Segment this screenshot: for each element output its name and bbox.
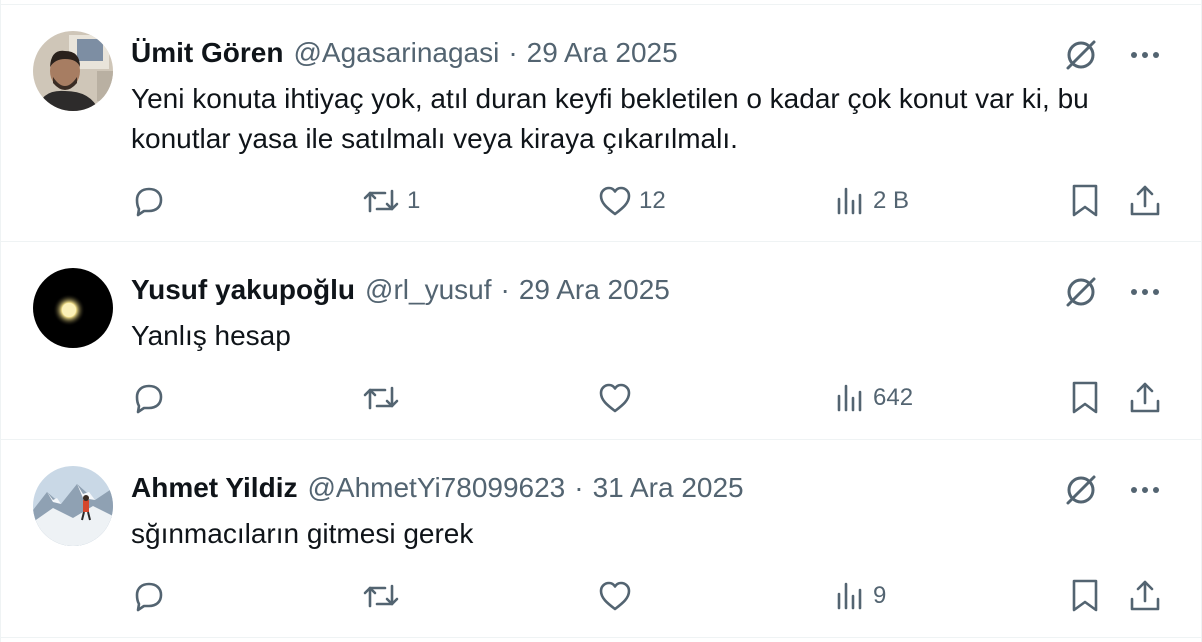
- like-button[interactable]: [597, 378, 639, 418]
- tweet-header: Ümit Gören @Agasarinagasi · 29 Ara 2025: [131, 31, 678, 75]
- view-count: 642: [873, 384, 914, 411]
- author-name[interactable]: Ahmet Yildiz: [131, 472, 297, 504]
- retweet-icon: [361, 380, 401, 416]
- tweet-header: Yusuf yakupoğlu @rl_yusuf · 29 Ara 2025: [131, 268, 670, 312]
- bookmark-icon: [1069, 578, 1101, 614]
- views-button[interactable]: 642: [835, 378, 913, 418]
- bookmark-icon: [1069, 380, 1101, 416]
- view-count: 2 B: [873, 187, 910, 214]
- tweet-date[interactable]: 31 Ara 2025: [593, 472, 744, 504]
- reply-button[interactable]: [131, 181, 173, 221]
- views-button[interactable]: 2 B: [835, 181, 909, 221]
- retweet-icon: [361, 578, 401, 614]
- retweet-button[interactable]: [361, 378, 407, 418]
- views-icon: [835, 382, 867, 414]
- tweet-actions: 9: [131, 576, 1171, 616]
- tweet-text: Yeni konuta ihtiyaç yok, atıl duran keyf…: [131, 83, 1089, 154]
- like-button[interactable]: [597, 576, 639, 616]
- share-button[interactable]: [1127, 576, 1163, 616]
- tweet-header: Ahmet Yildiz @AhmetYi78099623 · 31 Ara 2…: [131, 466, 744, 510]
- reply-icon: [131, 578, 167, 614]
- bookmark-button[interactable]: [1069, 181, 1101, 221]
- avatar[interactable]: [33, 466, 113, 546]
- bookmark-icon: [1069, 183, 1101, 219]
- tweet[interactable]: Ümit Gören @Agasarinagasi · 29 Ara 2025 …: [1, 4, 1201, 242]
- tweet[interactable]: Ahmet Yildiz @AhmetYi78099623 · 31 Ara 2…: [1, 440, 1201, 638]
- bookmark-button[interactable]: [1069, 378, 1101, 418]
- reply-icon: [131, 183, 167, 219]
- grok-icon[interactable]: [1061, 272, 1101, 312]
- tweet-actions: 642: [131, 378, 1171, 418]
- retweet-button[interactable]: 1: [361, 181, 420, 221]
- heart-icon: [597, 183, 633, 219]
- like-button[interactable]: 12: [597, 181, 666, 221]
- heart-icon: [597, 578, 633, 614]
- view-count: 9: [873, 582, 887, 609]
- more-icon[interactable]: [1125, 35, 1165, 75]
- tweet-actions: 1 12 2 B: [131, 181, 1171, 221]
- avatar[interactable]: [33, 268, 113, 348]
- tweet-date[interactable]: 29 Ara 2025: [519, 274, 670, 306]
- tweet-text: Yanlış hesap: [131, 320, 291, 351]
- heart-icon: [597, 380, 633, 416]
- author-handle[interactable]: @rl_yusuf: [365, 274, 491, 306]
- tweet[interactable]: Yusuf yakupoğlu @rl_yusuf · 29 Ara 2025 …: [1, 242, 1201, 440]
- more-icon[interactable]: [1125, 470, 1165, 510]
- grok-icon[interactable]: [1061, 470, 1101, 510]
- tweet-text: sğınmacıların gitmesi gerek: [131, 518, 474, 549]
- bookmark-button[interactable]: [1069, 576, 1101, 616]
- separator: ·: [508, 37, 518, 68]
- views-icon: [835, 185, 867, 217]
- retweet-icon: [361, 183, 401, 219]
- views-button[interactable]: 9: [835, 576, 886, 616]
- author-handle[interactable]: @Agasarinagasi: [293, 37, 499, 69]
- tweet-date[interactable]: 29 Ara 2025: [527, 37, 678, 69]
- share-icon: [1127, 380, 1163, 416]
- retweet-button[interactable]: [361, 576, 407, 616]
- tweet-top-actions: [1061, 35, 1165, 75]
- reply-button[interactable]: [131, 576, 173, 616]
- share-button[interactable]: [1127, 378, 1163, 418]
- more-icon[interactable]: [1125, 272, 1165, 312]
- tweet-top-actions: [1061, 272, 1165, 312]
- author-name[interactable]: Ümit Gören: [131, 37, 283, 69]
- retweet-count: 1: [407, 187, 421, 214]
- like-count: 12: [639, 187, 666, 214]
- views-icon: [835, 580, 867, 612]
- separator: ·: [500, 274, 510, 305]
- tweet-top-actions: [1061, 470, 1165, 510]
- author-handle[interactable]: @AhmetYi78099623: [307, 472, 565, 504]
- share-icon: [1127, 183, 1163, 219]
- reply-button[interactable]: [131, 378, 173, 418]
- avatar[interactable]: [33, 31, 113, 111]
- share-icon: [1127, 578, 1163, 614]
- grok-icon[interactable]: [1061, 35, 1101, 75]
- author-name[interactable]: Yusuf yakupoğlu: [131, 274, 355, 306]
- reply-icon: [131, 380, 167, 416]
- reply-timeline: Ümit Gören @Agasarinagasi · 29 Ara 2025 …: [0, 0, 1202, 642]
- share-button[interactable]: [1127, 181, 1163, 221]
- separator: ·: [574, 472, 584, 503]
